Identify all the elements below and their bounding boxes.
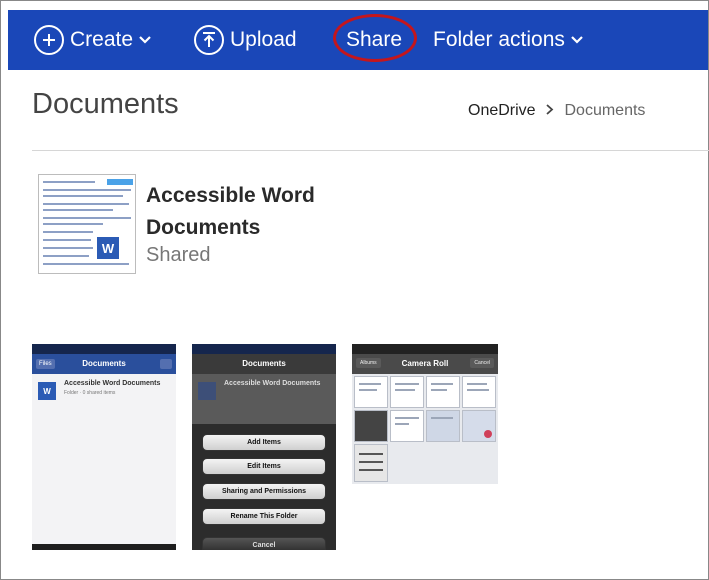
phone-status-bar bbox=[192, 344, 336, 354]
thumbnail-line bbox=[43, 189, 131, 191]
photo-thumbnail bbox=[462, 376, 496, 408]
phone-screenshot-camera-roll: Camera Roll Albums Cancel bbox=[352, 344, 498, 484]
photo-thumbnail bbox=[426, 376, 460, 408]
thumbnail-line bbox=[43, 217, 131, 219]
create-label: Create bbox=[70, 28, 134, 51]
folder-status: Shared bbox=[146, 244, 211, 266]
albums-button: Albums bbox=[356, 358, 381, 368]
nav-title: Documents bbox=[82, 359, 126, 368]
nav-title: Documents bbox=[242, 359, 286, 368]
nav-title: Camera Roll bbox=[401, 359, 449, 368]
breadcrumb: OneDrive Documents bbox=[468, 102, 645, 120]
add-items-button: Add Items bbox=[202, 434, 326, 451]
folder-name[interactable]: Accessible Word Documents bbox=[146, 180, 346, 244]
folder-actions-button[interactable]: Folder actions bbox=[433, 10, 583, 70]
photo-thumbnail bbox=[390, 376, 424, 408]
thumbnail-highlight bbox=[107, 179, 133, 185]
photo-thumbnail bbox=[462, 410, 496, 442]
word-document-icon: W bbox=[38, 382, 56, 400]
thumbnail-line bbox=[43, 263, 129, 265]
folder-actions-label: Folder actions bbox=[433, 28, 565, 51]
word-document-icon bbox=[198, 382, 216, 400]
rename-folder-button: Rename This Folder bbox=[202, 508, 326, 525]
word-document-icon: W bbox=[97, 237, 119, 259]
sharing-permissions-button: Sharing and Permissions bbox=[202, 483, 326, 500]
cancel-button: Cancel bbox=[202, 537, 326, 550]
thumbnail-line bbox=[43, 195, 123, 197]
list-item-title: Accessible Word Documents bbox=[224, 380, 321, 387]
upload-circle-icon bbox=[194, 25, 224, 55]
phone-tab-bar bbox=[32, 544, 176, 550]
chevron-down-icon bbox=[571, 36, 583, 44]
photo-thumbnail bbox=[354, 410, 388, 442]
plus-circle-icon bbox=[34, 25, 64, 55]
thumbnail-line bbox=[43, 247, 93, 249]
phone-status-bar bbox=[352, 344, 498, 354]
edit-items-button: Edit Items bbox=[202, 458, 326, 475]
upload-label: Upload bbox=[230, 28, 297, 51]
thumbnail-line bbox=[43, 231, 93, 233]
thumbnail-line bbox=[43, 209, 113, 211]
photo-thumbnail bbox=[354, 444, 388, 482]
thumbnail-line bbox=[43, 223, 103, 225]
phone-screenshot-action-sheet: Documents Accessible Word Documents Add … bbox=[192, 344, 336, 550]
thumbnail-line bbox=[43, 255, 89, 257]
thumbnail-line bbox=[43, 203, 129, 205]
compose-icon bbox=[160, 359, 172, 369]
phone-nav-bar: Documents bbox=[192, 354, 336, 374]
share-highlight-circle bbox=[333, 14, 417, 62]
create-button[interactable]: Create bbox=[34, 10, 151, 70]
cancel-button: Cancel bbox=[470, 358, 494, 368]
thumbnail-line bbox=[43, 181, 95, 183]
phone-screenshot-list: Files Documents W Accessible Word Docume… bbox=[32, 344, 176, 550]
photo-thumbnail bbox=[426, 410, 460, 442]
page-title: Documents bbox=[32, 88, 179, 120]
phone-nav-bar: Files Documents bbox=[32, 354, 176, 374]
photo-thumbnail bbox=[354, 376, 388, 408]
upload-button[interactable]: Upload bbox=[194, 10, 297, 70]
breadcrumb-documents: Documents bbox=[564, 102, 646, 119]
folder-thumbnail[interactable]: W bbox=[38, 174, 136, 274]
breadcrumb-onedrive[interactable]: OneDrive bbox=[468, 102, 536, 119]
list-item-subtitle: Folder · 0 shared items bbox=[64, 390, 116, 396]
chevron-down-icon bbox=[139, 36, 151, 44]
thumbnail-line bbox=[43, 239, 91, 241]
list-item-title: Accessible Word Documents bbox=[64, 380, 161, 387]
nav-back-button: Files bbox=[36, 359, 55, 369]
phone-status-bar bbox=[32, 344, 176, 354]
header-divider bbox=[32, 150, 709, 151]
photo-thumbnail bbox=[390, 410, 424, 442]
chevron-right-icon bbox=[546, 102, 554, 120]
